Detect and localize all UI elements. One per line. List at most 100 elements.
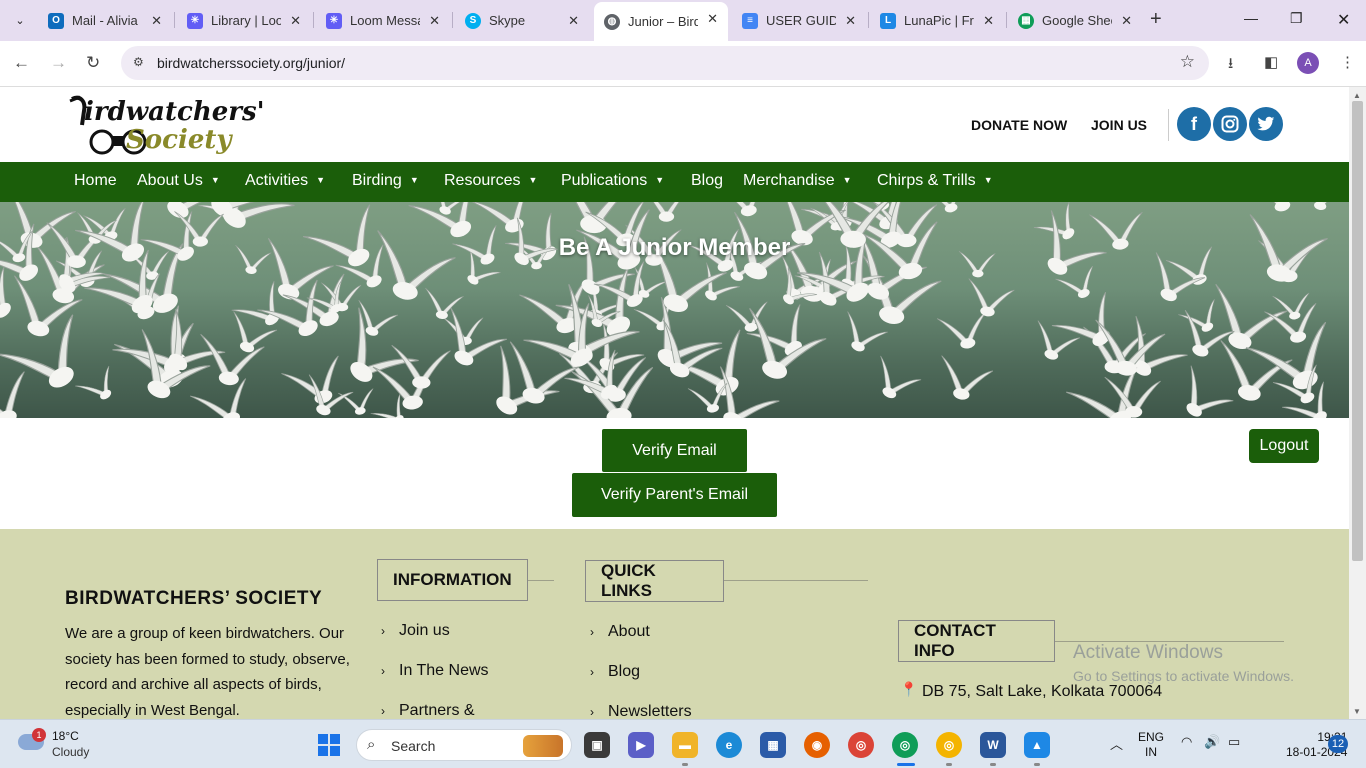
footer-link-join-us[interactable]: › Join us (381, 622, 450, 640)
scrollbar-thumb[interactable] (1352, 101, 1363, 561)
tab-title: Google Shee (1042, 13, 1112, 28)
tab-junior-birdwatchers[interactable]: ◍ Junior – Bird ✕ (594, 2, 728, 41)
footer-link-partners[interactable]: › Partners & (381, 702, 475, 719)
bird-shape (1248, 202, 1300, 212)
tab-mail[interactable]: O Mail - Alivia ✕ (38, 4, 172, 37)
nav-item-blog[interactable]: Blog (691, 172, 723, 190)
site-logo[interactable]: irdwatchers' Society (66, 93, 276, 157)
tab-user-guide[interactable]: ≡ USER GUIDE ✕ (732, 4, 866, 37)
caret-down-icon: ▼ (316, 175, 326, 185)
tab-lunapic[interactable]: L LunaPic | Fre ✕ (870, 4, 1004, 37)
bird-shape (0, 371, 25, 418)
nav-item-birding[interactable]: Birding ▼ (352, 172, 419, 190)
tab-library-loom[interactable]: ✳ Library | Loo ✕ (177, 4, 311, 37)
tab-loom-message[interactable]: ✳ Loom Messa ✕ (316, 4, 450, 37)
volume-icon[interactable]: 🔊 (1204, 734, 1220, 750)
nav-item-resources[interactable]: Resources ▼ (444, 172, 537, 190)
footer-link-about[interactable]: › About (590, 623, 650, 641)
caret-down-icon: ▼ (655, 175, 665, 185)
tab-title: LunaPic | Fre (904, 13, 974, 28)
footer-link-newsletters[interactable]: › Newsletters (590, 703, 692, 719)
side-panel-icon[interactable]: ◧ (1264, 53, 1278, 71)
url-text[interactable]: birdwatcherssociety.org/junior/ (157, 55, 345, 71)
bird-shape (936, 312, 986, 349)
edge-icon[interactable]: e (716, 732, 742, 758)
nav-item-activities[interactable]: Activities ▼ (245, 172, 325, 190)
loom-icon: ✳ (187, 12, 203, 29)
close-icon[interactable]: ✕ (429, 13, 440, 29)
instagram-icon[interactable] (1213, 107, 1247, 141)
footer-description: We are a group of keen birdwatchers. Our… (65, 625, 350, 719)
donate-now-link[interactable]: DONATE NOW (971, 117, 1067, 133)
verify-email-button[interactable]: Verify Email (602, 429, 747, 472)
download-icon[interactable]: ⭳ (1228, 53, 1233, 78)
nav-item-home[interactable]: Home (74, 172, 117, 190)
firefox-icon[interactable]: ◉ (804, 732, 830, 758)
bookmark-star-icon[interactable]: ☆ (1180, 52, 1195, 72)
close-icon[interactable]: ✕ (845, 13, 856, 29)
bird-shape (716, 202, 768, 217)
window-close-button[interactable]: ✕ (1337, 10, 1350, 30)
bird-shape (880, 355, 922, 399)
twitter-icon[interactable] (1249, 107, 1283, 141)
tab-skype[interactable]: S Skype ✕ (455, 4, 589, 37)
page-scrollbar[interactable]: ▲ ▼ (1349, 87, 1366, 719)
language-indicator[interactable]: ENG IN (1138, 730, 1164, 760)
notification-badge[interactable]: 12 (1328, 735, 1348, 753)
site-info-icon[interactable]: ⚙ (133, 55, 144, 69)
footer-link-blog[interactable]: › Blog (590, 663, 640, 681)
site-header: irdwatchers' Society DONATE NOW JOIN US … (0, 87, 1349, 162)
nav-item-chirps-trills[interactable]: Chirps & Trills ▼ (877, 172, 993, 190)
new-tab-button[interactable]: + (1150, 8, 1162, 31)
start-button[interactable] (318, 734, 340, 756)
back-button[interactable]: ← (13, 53, 30, 73)
close-icon[interactable]: ✕ (568, 13, 579, 29)
chrome-icon[interactable]: ◎ (848, 732, 874, 758)
tab-title: Junior – Bird (628, 14, 698, 29)
close-icon[interactable]: ✕ (290, 13, 301, 29)
footer-link-in-the-news[interactable]: › In The News (381, 662, 489, 680)
bird-shape (350, 307, 419, 382)
chevron-right-icon: › (381, 664, 385, 678)
nav-item-publications[interactable]: Publications ▼ (561, 172, 664, 190)
restore-button[interactable]: ❐ (1290, 10, 1303, 27)
word-icon[interactable]: W (980, 732, 1006, 758)
chrome-profile-icon[interactable]: ◎ (892, 732, 918, 758)
teams-chat-icon[interactable]: ▶ (628, 732, 654, 758)
wifi-icon[interactable]: ◠ (1181, 734, 1192, 750)
reload-button[interactable]: ↻ (86, 53, 100, 73)
profile-avatar[interactable]: A (1297, 52, 1319, 74)
nav-item-merchandise[interactable]: Merchandise ▼ (743, 172, 852, 190)
join-us-link[interactable]: JOIN US (1091, 117, 1147, 133)
verify-parent-email-button[interactable]: Verify Parent's Email (572, 473, 777, 517)
nav-item-about-us[interactable]: About Us ▼ (137, 172, 220, 190)
address-bar[interactable]: ⚙ birdwatcherssociety.org/junior/ ☆ (121, 46, 1209, 80)
close-icon[interactable]: ✕ (1121, 13, 1132, 29)
skype-icon: S (465, 12, 481, 29)
bird-shape (75, 365, 112, 400)
chrome-profile-2-icon[interactable]: ◎ (936, 732, 962, 758)
file-explorer-icon[interactable]: ▬ (672, 732, 698, 758)
tab-search-button[interactable]: ⌄ (8, 8, 32, 32)
logo-text-line2: Society (126, 125, 232, 155)
photos-icon[interactable]: ▲ (1024, 732, 1050, 758)
microsoft-store-icon[interactable]: ▦ (760, 732, 786, 758)
close-icon[interactable]: ✕ (707, 11, 718, 27)
minimize-button[interactable]: — (1244, 10, 1258, 26)
close-icon[interactable]: ✕ (983, 13, 994, 29)
tray-overflow-chevron-icon[interactable]: ︿ (1110, 734, 1123, 753)
outlook-icon: O (48, 12, 64, 29)
battery-icon[interactable]: ▭ (1228, 734, 1240, 750)
docs-icon: ≡ (742, 12, 758, 29)
forward-button[interactable]: → (50, 53, 67, 73)
taskbar-search-box[interactable]: ⌕ Search (356, 729, 572, 761)
hero-title: Be A Junior Member (558, 234, 791, 261)
close-icon[interactable]: ✕ (151, 13, 162, 29)
facebook-icon[interactable]: f (1177, 107, 1211, 141)
logout-button[interactable]: Logout (1249, 429, 1319, 463)
menu-kebab-icon[interactable]: ⋮ (1340, 53, 1355, 71)
bird-shape (968, 278, 1015, 317)
chevron-right-icon: › (381, 624, 385, 638)
tab-google-sheets[interactable]: ▦ Google Shee ✕ (1008, 4, 1142, 37)
task-view-icon[interactable]: ▣ (584, 732, 610, 758)
